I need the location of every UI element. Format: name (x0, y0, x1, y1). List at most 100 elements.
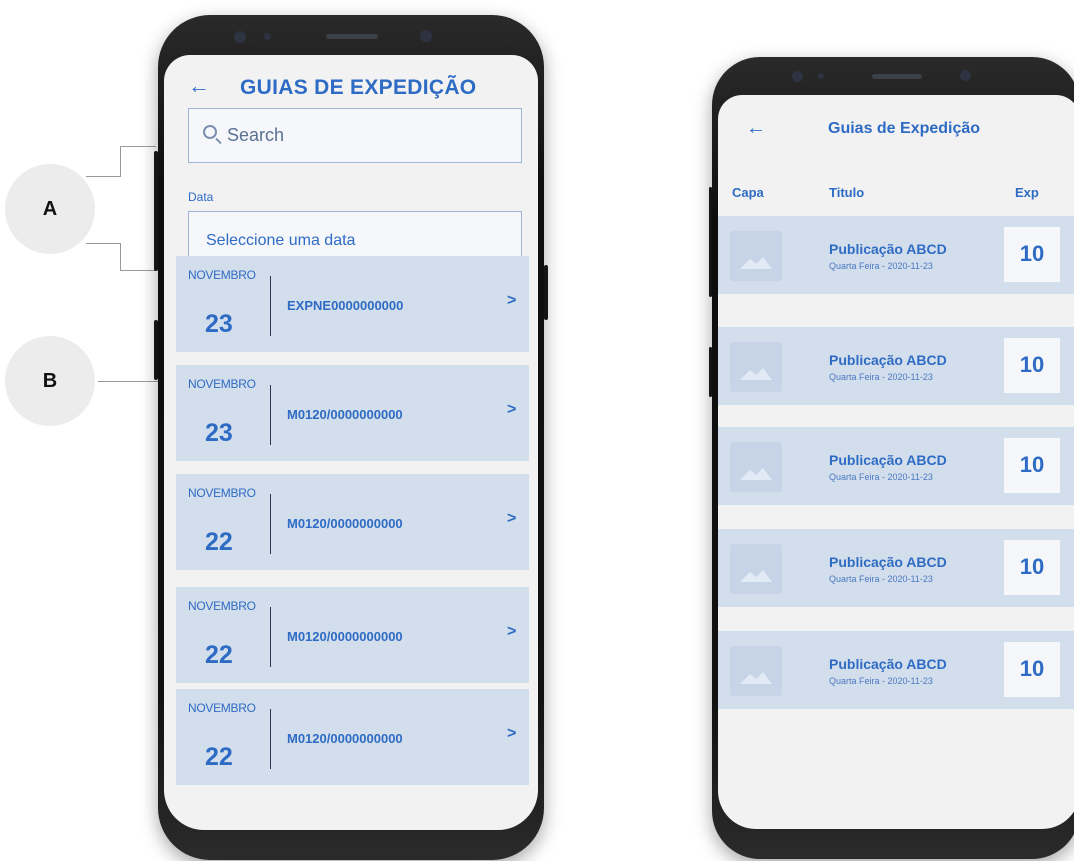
guide-list-item[interactable]: NOVEMBRO 23 EXPNE0000000000 > (176, 256, 529, 352)
item-code: M0120/0000000000 (287, 731, 403, 746)
column-header-titulo: Titulo (829, 185, 865, 200)
item-code: M0120/0000000000 (287, 407, 403, 422)
callout-b-label: B (42, 369, 58, 392)
publication-list-item[interactable]: Publicação ABCD Quarta Feira - 2020-11-23… (718, 427, 1074, 505)
publication-list-item[interactable]: Publicação ABCD Quarta Feira - 2020-11-23… (718, 327, 1074, 405)
publication-title: Publicação ABCD (829, 554, 947, 570)
page-title: GUIAS DE EXPEDIÇÃO (240, 76, 477, 99)
search-placeholder: Search (227, 125, 285, 145)
page-title: Guias de Expedição (828, 120, 981, 137)
guide-list-item[interactable]: NOVEMBRO 22 M0120/0000000000 > (176, 587, 529, 683)
chevron-right-icon[interactable]: > (507, 401, 516, 419)
exp-count-box: 10 (1004, 540, 1060, 595)
exp-count: 10 (1019, 452, 1045, 477)
callout-a-bracket-left (86, 176, 121, 177)
callout-a: A (5, 164, 95, 254)
chevron-right-icon[interactable]: > (507, 725, 516, 743)
right-phone-camera (792, 71, 803, 82)
item-day: 22 (205, 528, 233, 556)
left-phone-camera (234, 31, 246, 43)
left-phone-side-button-2 (154, 320, 158, 380)
item-divider (270, 494, 271, 554)
item-month: NOVEMBRO (188, 268, 256, 282)
image-placeholder-icon (730, 342, 782, 392)
item-day: 22 (205, 743, 233, 771)
left-phone-front-camera (420, 30, 432, 42)
search-icon (203, 125, 217, 139)
publication-list-item[interactable]: Publicação ABCD Quarta Feira - 2020-11-23… (718, 529, 1074, 607)
chevron-right-icon[interactable]: > (507, 292, 516, 310)
publication-list-item[interactable]: Publicação ABCD Quarta Feira - 2020-11-23… (718, 216, 1074, 294)
guide-list-item[interactable]: NOVEMBRO 23 M0120/0000000000 > (176, 365, 529, 461)
exp-count: 10 (1019, 656, 1045, 681)
item-code: M0120/0000000000 (287, 629, 403, 644)
publication-title: Publicação ABCD (829, 352, 947, 368)
callout-a-bracket-left2 (86, 243, 121, 244)
publication-date: Quarta Feira - 2020-11-23 (829, 472, 933, 482)
item-month: NOVEMBRO (188, 486, 256, 500)
callout-a-bracket-vert-top (120, 146, 121, 176)
exp-count: 10 (1019, 352, 1045, 377)
item-code: M0120/0000000000 (287, 516, 403, 531)
chevron-right-icon[interactable]: > (507, 623, 516, 641)
item-divider (270, 276, 271, 336)
left-phone-side-button (154, 151, 158, 271)
callout-a-bracket-top (120, 146, 156, 147)
guide-list-item[interactable]: NOVEMBRO 22 M0120/0000000000 > (176, 474, 529, 570)
left-phone-speaker (326, 34, 378, 39)
right-phone: ← Guias de Expedição Capa Titulo Exp Pub… (709, 57, 1074, 859)
item-month: NOVEMBRO (188, 701, 256, 715)
publication-title: Publicação ABCD (829, 656, 947, 672)
back-arrow-icon[interactable]: ← (188, 73, 210, 99)
publication-date: Quarta Feira - 2020-11-23 (829, 676, 933, 686)
search-input[interactable]: Search (188, 108, 522, 163)
chevron-right-icon[interactable]: > (507, 510, 516, 528)
left-phone: ← GUIAS DE EXPEDIÇÃO Search Data Selecci… (154, 15, 548, 860)
exp-count-box: 10 (1004, 227, 1060, 282)
item-divider (270, 607, 271, 667)
callout-a-bracket-bottom (120, 270, 156, 271)
right-phone-speaker (872, 74, 922, 79)
guide-list-item[interactable]: NOVEMBRO 22 M0120/0000000000 > (176, 689, 529, 785)
callout-b: B (5, 336, 95, 426)
right-screen: ← Guias de Expedição Capa Titulo Exp Pub… (718, 95, 1074, 829)
left-phone-sensor (264, 33, 271, 40)
left-phone-power-button (544, 265, 548, 320)
date-label: Data (188, 190, 214, 204)
item-divider (270, 709, 271, 769)
publication-title: Publicação ABCD (829, 241, 947, 257)
column-header-exp: Exp (1015, 185, 1039, 200)
image-placeholder-icon (730, 231, 782, 281)
item-day: 23 (205, 310, 233, 338)
exp-count-box: 10 (1004, 438, 1060, 493)
image-placeholder-icon (730, 544, 782, 594)
column-header-capa: Capa (732, 185, 764, 200)
exp-count-box: 10 (1004, 642, 1060, 697)
item-month: NOVEMBRO (188, 599, 256, 613)
exp-count: 10 (1019, 554, 1045, 579)
right-phone-sensor (818, 73, 824, 79)
exp-count-box: 10 (1004, 338, 1060, 393)
item-code: EXPNE0000000000 (287, 298, 404, 313)
exp-count: 10 (1019, 241, 1045, 266)
publication-date: Quarta Feira - 2020-11-23 (829, 261, 933, 271)
item-day: 22 (205, 641, 233, 669)
item-day: 23 (205, 419, 233, 447)
callout-a-bracket-vert-bottom (120, 243, 121, 271)
image-placeholder-icon (730, 646, 782, 696)
date-placeholder: Seleccione uma data (206, 232, 356, 249)
publication-title: Publicação ABCD (829, 452, 947, 468)
publication-date: Quarta Feira - 2020-11-23 (829, 574, 933, 584)
item-divider (270, 385, 271, 445)
right-phone-front-camera (960, 70, 971, 81)
left-screen: ← GUIAS DE EXPEDIÇÃO Search Data Selecci… (164, 55, 538, 830)
callout-a-label: A (42, 197, 58, 220)
image-placeholder-icon (730, 442, 782, 492)
item-month: NOVEMBRO (188, 377, 256, 391)
back-arrow-icon[interactable]: ← (746, 117, 766, 140)
right-phone-side-button-2 (709, 347, 712, 397)
publication-list-item[interactable]: Publicação ABCD Quarta Feira - 2020-11-23… (718, 631, 1074, 709)
callout-b-line (98, 381, 158, 382)
right-phone-side-button (709, 187, 712, 297)
publication-date: Quarta Feira - 2020-11-23 (829, 372, 933, 382)
